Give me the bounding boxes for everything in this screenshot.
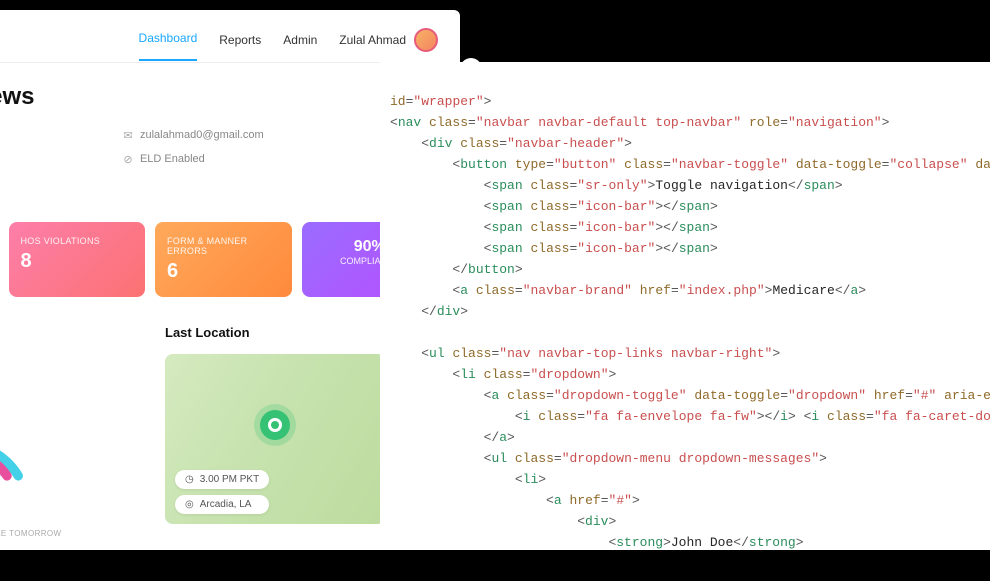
- map-pin-icon: [260, 410, 290, 440]
- envelope-icon: ✉: [122, 129, 134, 141]
- eld-item: ⊘ ELD Enabled: [122, 153, 264, 165]
- hos-card[interactable]: HOS VIOLATIONS 8: [9, 222, 146, 297]
- map[interactable]: ◷ 3.00 PM PKT ◎ Arcadia, LA: [165, 354, 385, 524]
- nav-reports[interactable]: Reports: [219, 33, 261, 47]
- email-item: ✉ zulalahmad0@gmail.com: [122, 129, 264, 141]
- user-chip[interactable]: Zulal Ahmad: [339, 28, 438, 52]
- summary-cards: MPLIANTS 108 HOS VIOLATIONS 8 FORM & MAN…: [0, 222, 438, 297]
- nav-admin[interactable]: Admin: [283, 33, 317, 47]
- time-chip: ◷ 3.00 PM PKT: [175, 470, 269, 489]
- info-row: ⦿ t ◷ y 70 hour / 8 day ✉ zulalahmad0@gm…: [0, 129, 438, 165]
- form-errors-card[interactable]: FORM & MANNER ERRORS 6: [155, 222, 292, 297]
- service-col: ervice TODAY 2 hr 15 min HOURS AVAILABLE…: [0, 325, 135, 538]
- summary-title: Summary: [0, 193, 438, 208]
- user-name: Zulal Ahmad: [339, 33, 406, 47]
- avatar: [414, 28, 438, 52]
- place-chip: ◎ Arcadia, LA: [175, 495, 269, 514]
- gs-title: gs: [0, 566, 438, 581]
- nav-dashboard[interactable]: Dashboard: [139, 31, 198, 61]
- clock-icon: ◷: [185, 474, 194, 485]
- service-title: ervice: [0, 325, 135, 340]
- code-viewer: id="wrapper"> <nav class="navbar navbar-…: [380, 62, 990, 550]
- arc-chart: [0, 354, 62, 504]
- check-icon: ⊘: [122, 153, 134, 165]
- pin-icon: ◎: [185, 499, 194, 510]
- driver-name: Valter Andrews: [0, 83, 438, 111]
- top-bar: Andrews Dashboard Reports Admin Zulal Ah…: [0, 28, 438, 63]
